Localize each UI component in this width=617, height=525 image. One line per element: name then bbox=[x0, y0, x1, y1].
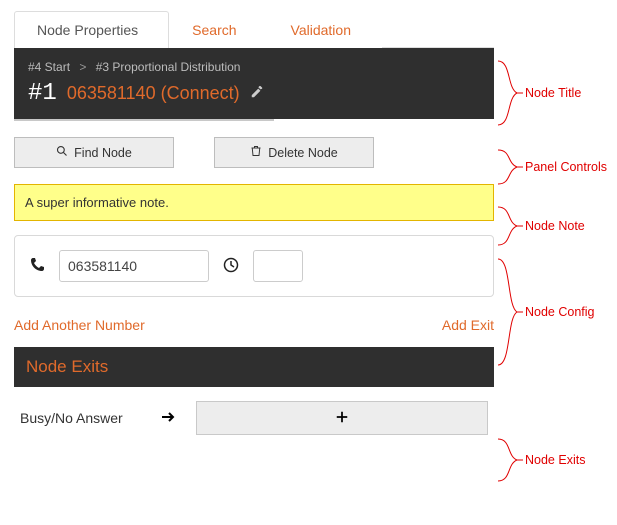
pencil-icon[interactable] bbox=[250, 85, 264, 102]
node-title-block: #4 Start > #3 Proportional Distribution … bbox=[14, 48, 494, 119]
annotation-label: Node Config bbox=[525, 305, 595, 319]
node-note[interactable]: A super informative note. bbox=[14, 184, 494, 221]
tab-search[interactable]: Search bbox=[169, 11, 267, 48]
annotation: Node Exits bbox=[497, 438, 585, 482]
find-node-button[interactable]: Find Node bbox=[14, 137, 174, 168]
panel-controls: Find Node Delete Node bbox=[14, 137, 494, 168]
annotation-label: Node Note bbox=[525, 219, 585, 233]
plus-icon bbox=[335, 410, 349, 427]
breadcrumb-item[interactable]: #4 Start bbox=[28, 60, 70, 74]
phone-number-input[interactable] bbox=[59, 250, 209, 282]
breadcrumb-separator: > bbox=[79, 60, 86, 74]
annotation: Panel Controls bbox=[497, 149, 607, 185]
trash-icon bbox=[250, 145, 262, 160]
add-exit-target-button[interactable] bbox=[196, 401, 488, 435]
tab-properties[interactable]: Node Properties bbox=[14, 11, 169, 48]
clock-icon bbox=[223, 257, 239, 276]
phone-icon bbox=[29, 257, 45, 276]
node-config bbox=[14, 235, 494, 297]
config-links: Add Another Number Add Exit bbox=[14, 317, 494, 333]
node-exits-header: Node Exits bbox=[14, 347, 494, 387]
node-properties-panel: Node Properties Search Validation #4 Sta… bbox=[14, 10, 494, 439]
arrow-right-icon bbox=[160, 409, 176, 428]
annotation: Node Note bbox=[497, 206, 585, 246]
node-hash: #1 bbox=[28, 80, 57, 107]
annotation-label: Node Title bbox=[525, 86, 581, 100]
find-node-label: Find Node bbox=[74, 146, 132, 160]
search-icon bbox=[56, 145, 68, 160]
node-name: 063581140 (Connect) bbox=[67, 83, 240, 104]
duration-input[interactable] bbox=[253, 250, 303, 282]
breadcrumb-item[interactable]: #3 Proportional Distribution bbox=[96, 60, 241, 74]
annotation: Node Title bbox=[497, 60, 581, 126]
annotation: Node Config bbox=[497, 258, 595, 366]
delete-node-button[interactable]: Delete Node bbox=[214, 137, 374, 168]
divider bbox=[14, 119, 274, 121]
tab-validation[interactable]: Validation bbox=[268, 11, 382, 48]
tab-bar: Node Properties Search Validation bbox=[14, 10, 494, 48]
exit-label: Busy/No Answer bbox=[20, 410, 140, 426]
note-text: A super informative note. bbox=[25, 195, 169, 210]
exit-row: Busy/No Answer bbox=[14, 387, 494, 439]
delete-node-label: Delete Node bbox=[268, 146, 338, 160]
annotation-label: Node Exits bbox=[525, 453, 585, 467]
add-number-link[interactable]: Add Another Number bbox=[14, 317, 145, 333]
add-exit-link[interactable]: Add Exit bbox=[442, 317, 494, 333]
breadcrumb: #4 Start > #3 Proportional Distribution bbox=[28, 60, 480, 74]
annotation-label: Panel Controls bbox=[525, 160, 607, 174]
